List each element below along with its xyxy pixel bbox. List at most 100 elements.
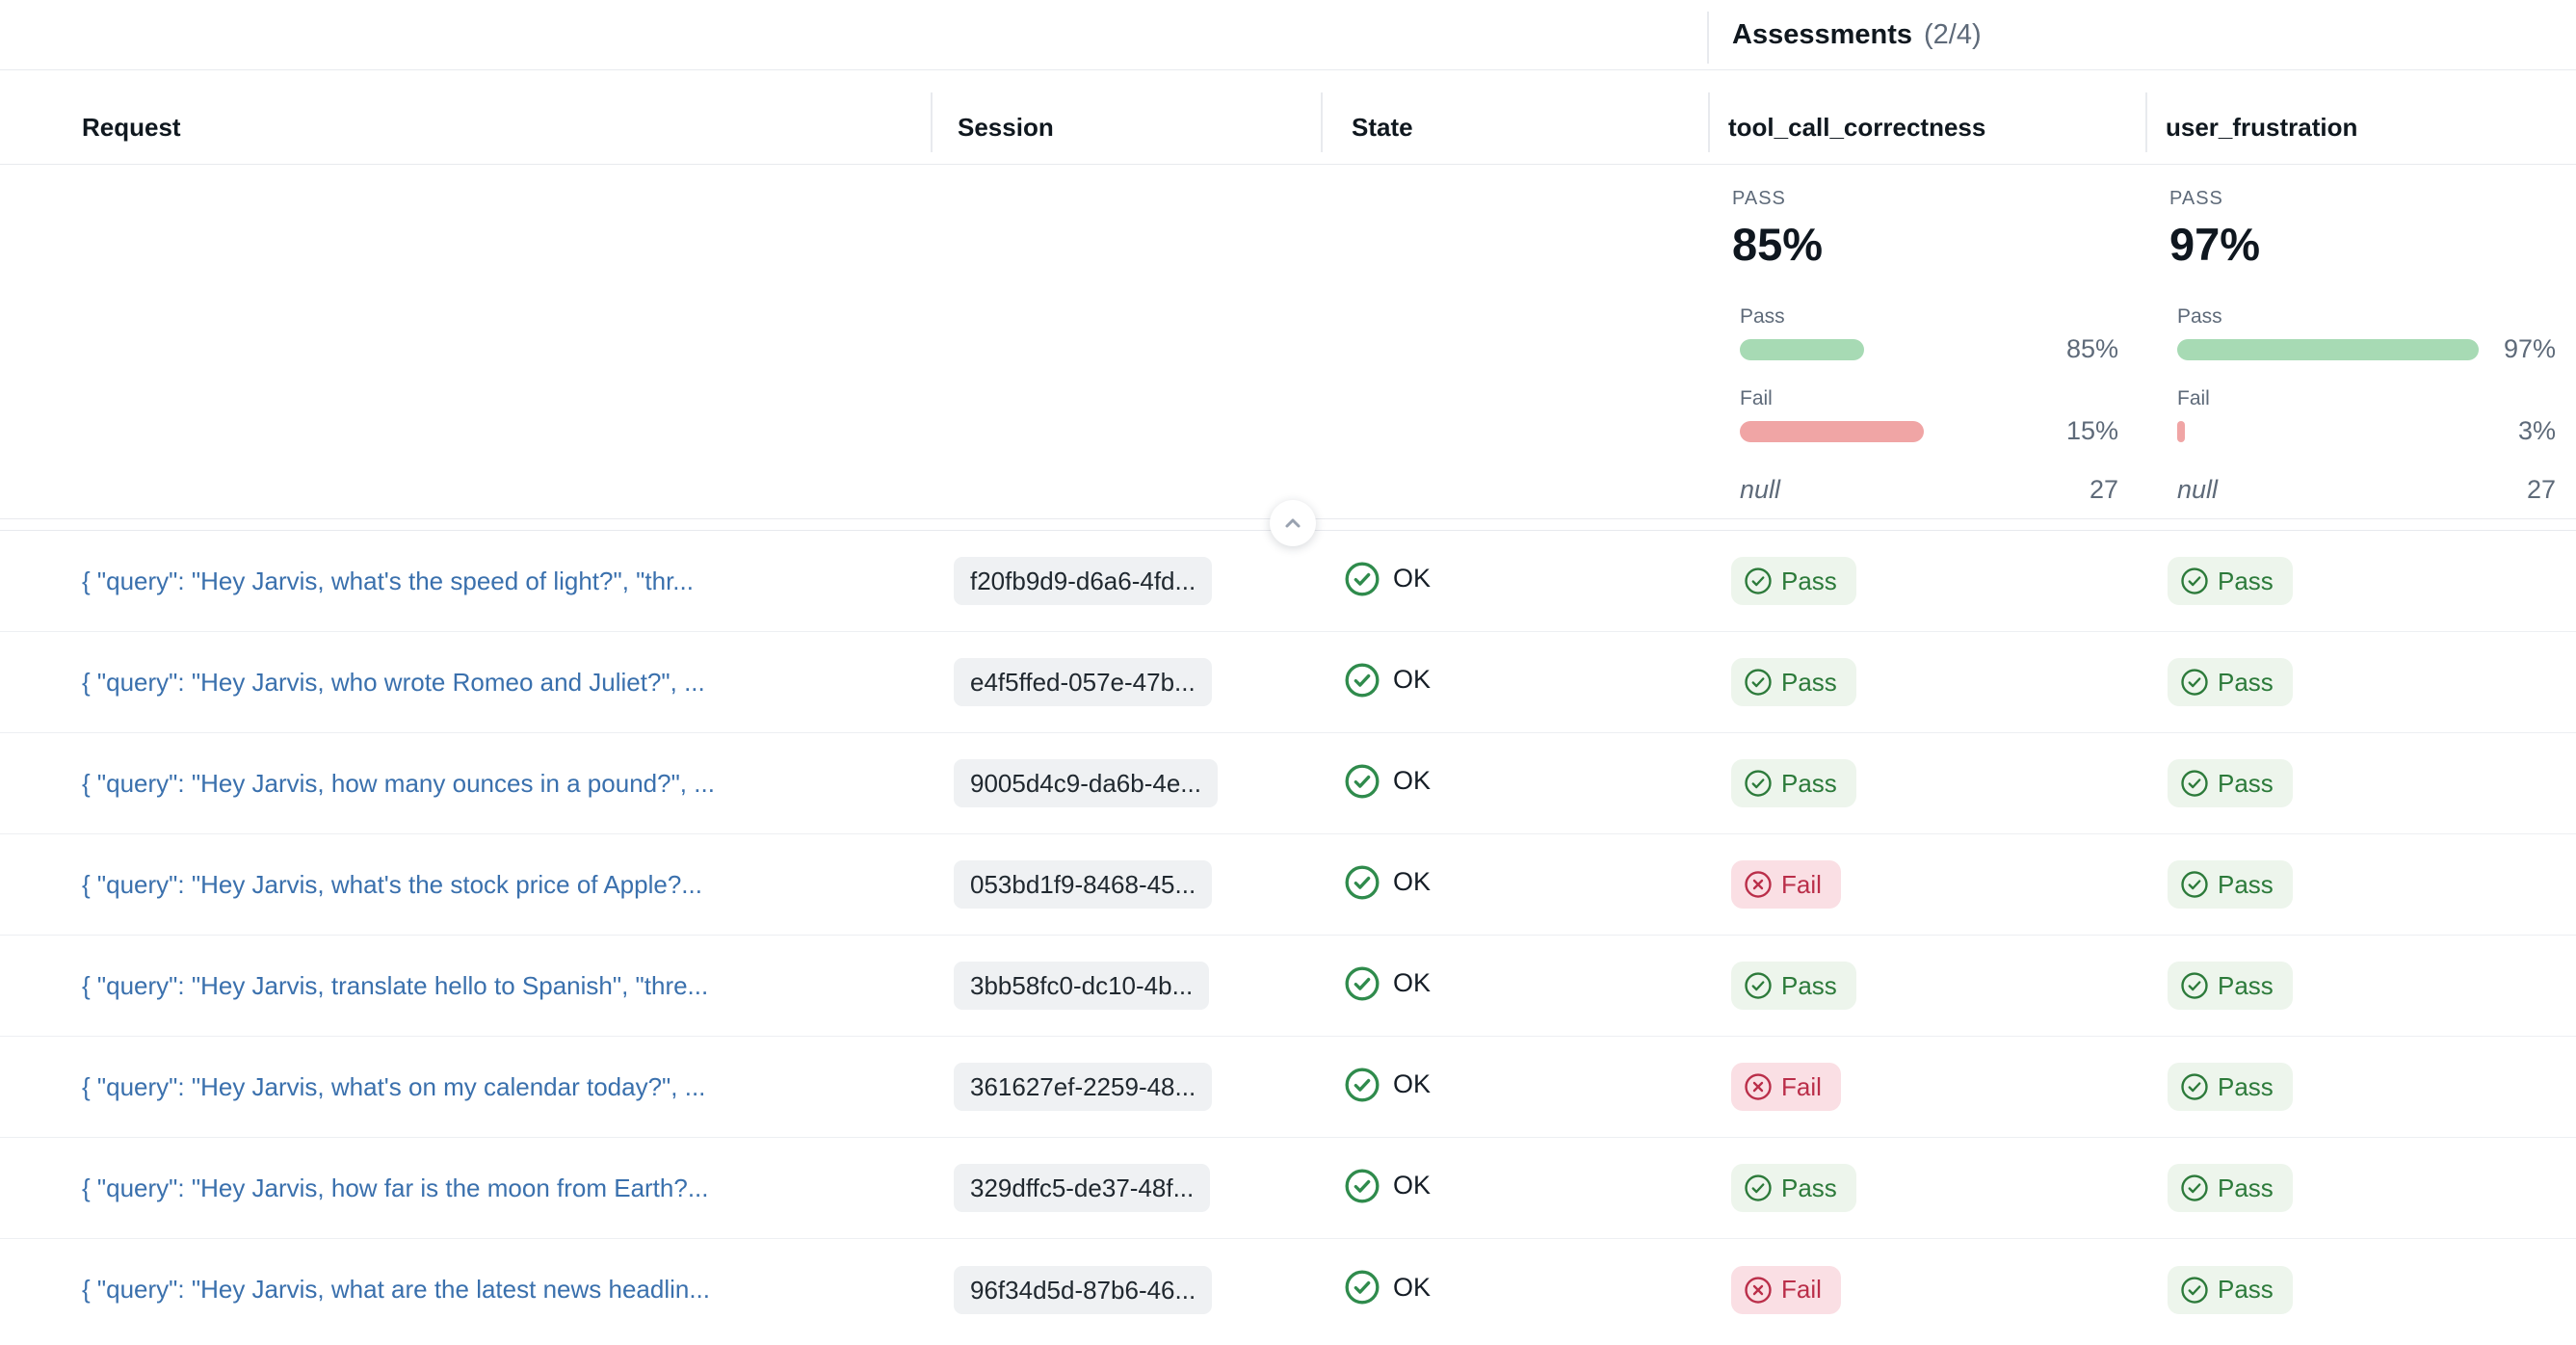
- fail-bar: [1740, 421, 1924, 442]
- collapse-summary-button[interactable]: [1270, 500, 1316, 546]
- assessment-badge-label: Fail: [1781, 1275, 1822, 1305]
- request-link[interactable]: { "query": "Hey Jarvis, what's on my cal…: [82, 1072, 705, 1101]
- column-header-user-frustration[interactable]: user_frustration: [2145, 70, 2576, 164]
- request-cell: { "query": "Hey Jarvis, how many ounces …: [0, 769, 931, 799]
- request-link[interactable]: { "query": "Hey Jarvis, how far is the m…: [82, 1174, 709, 1202]
- assessment-badge[interactable]: Pass: [1731, 759, 1856, 807]
- table-row[interactable]: { "query": "Hey Jarvis, what's the speed…: [0, 531, 2576, 632]
- null-metric-value: 27: [2527, 475, 2556, 505]
- session-id-pill[interactable]: 361627ef-2259-48...: [954, 1063, 1212, 1111]
- state-cell: OK: [1321, 965, 1708, 1007]
- request-cell: { "query": "Hey Jarvis, what are the lat…: [0, 1275, 931, 1305]
- assessment-badge[interactable]: Pass: [2168, 1063, 2293, 1111]
- state-cell: OK: [1321, 662, 1708, 703]
- session-id-pill[interactable]: f20fb9d9-d6a6-4fd...: [954, 557, 1212, 605]
- session-cell: 9005d4c9-da6b-4e...: [931, 759, 1321, 807]
- session-id-pill[interactable]: 96f34d5d-87b6-46...: [954, 1266, 1212, 1314]
- assessment-badge[interactable]: Pass: [2168, 557, 2293, 605]
- assessment-badge[interactable]: Pass: [2168, 759, 2293, 807]
- assessment-badge[interactable]: Pass: [1731, 557, 1856, 605]
- fail-metric-value: 3%: [2488, 416, 2556, 446]
- assessment-badge[interactable]: Pass: [2168, 658, 2293, 706]
- tool-call-correctness-cell: Fail: [1708, 860, 2145, 909]
- request-link[interactable]: { "query": "Hey Jarvis, who wrote Romeo …: [82, 668, 705, 697]
- null-metric: null 27: [2177, 475, 2556, 505]
- request-link[interactable]: { "query": "Hey Jarvis, what's the stock…: [82, 870, 702, 899]
- check-circle-icon: [1744, 1174, 1773, 1202]
- table-row[interactable]: { "query": "Hey Jarvis, who wrote Romeo …: [0, 632, 2576, 733]
- assessment-badge-label: Pass: [1781, 769, 1837, 799]
- summary-user-frustration: PASS 97% Pass 97% Fail 3%: [2145, 165, 2576, 518]
- user-frustration-cell: Pass: [2145, 1063, 2576, 1111]
- assessment-badge-label: Pass: [2218, 567, 2274, 596]
- state-label: OK: [1393, 1069, 1431, 1099]
- session-id-pill[interactable]: 9005d4c9-da6b-4e...: [954, 759, 1218, 807]
- session-cell: 053bd1f9-8468-45...: [931, 860, 1321, 909]
- state-label: OK: [1393, 564, 1431, 593]
- assessment-badge[interactable]: Pass: [2168, 962, 2293, 1010]
- request-link[interactable]: { "query": "Hey Jarvis, what's the speed…: [82, 567, 694, 595]
- column-header-tool-call-correctness[interactable]: tool_call_correctness: [1708, 70, 2145, 164]
- summary-top-value: 85%: [1732, 218, 2118, 271]
- table-row[interactable]: { "query": "Hey Jarvis, what's the stock…: [0, 834, 2576, 936]
- fail-metric-label: Fail: [1740, 387, 2118, 410]
- column-header-request[interactable]: Request: [0, 70, 931, 164]
- column-header-session[interactable]: Session: [931, 70, 1321, 164]
- request-link[interactable]: { "query": "Hey Jarvis, what are the lat…: [82, 1275, 710, 1304]
- check-circle-icon: [2180, 1174, 2209, 1202]
- assessment-badge[interactable]: Fail: [1731, 860, 1841, 909]
- session-id-pill[interactable]: 053bd1f9-8468-45...: [954, 860, 1212, 909]
- session-id-pill[interactable]: e4f5ffed-057e-47b...: [954, 658, 1212, 706]
- assessment-badge[interactable]: Pass: [1731, 658, 1856, 706]
- fail-metric-label: Fail: [2177, 387, 2556, 410]
- assessment-badge-label: Pass: [2218, 1072, 2274, 1102]
- assessment-badge-label: Pass: [2218, 971, 2274, 1001]
- assessment-badge[interactable]: Fail: [1731, 1266, 1841, 1314]
- session-id-pill[interactable]: 329dffc5-de37-48f...: [954, 1164, 1210, 1212]
- state-label: OK: [1393, 665, 1431, 695]
- assessment-badge[interactable]: Pass: [2168, 1266, 2293, 1314]
- null-metric-label: null: [2177, 475, 2218, 505]
- state-cell: OK: [1321, 1067, 1708, 1108]
- session-id-pill[interactable]: 3bb58fc0-dc10-4b...: [954, 962, 1209, 1010]
- state-cell: OK: [1321, 763, 1708, 804]
- assessments-title: Assessments (2/4): [1732, 0, 1982, 69]
- user-frustration-cell: Pass: [2145, 962, 2576, 1010]
- tool-call-correctness-cell: Pass: [1708, 658, 2145, 706]
- request-link[interactable]: { "query": "Hey Jarvis, how many ounces …: [82, 769, 715, 798]
- check-circle-icon: [1744, 668, 1773, 697]
- assessment-badge-label: Pass: [1781, 1174, 1837, 1203]
- check-circle-icon: [1744, 769, 1773, 798]
- state-cell: OK: [1321, 864, 1708, 906]
- null-metric-label: null: [1740, 475, 1780, 505]
- table-row[interactable]: { "query": "Hey Jarvis, how far is the m…: [0, 1138, 2576, 1239]
- assessment-badge[interactable]: Fail: [1731, 1063, 1841, 1111]
- table-row[interactable]: { "query": "Hey Jarvis, what are the lat…: [0, 1239, 2576, 1340]
- request-cell: { "query": "Hey Jarvis, what's the speed…: [0, 567, 931, 596]
- evaluations-table-page: Assessments (2/4) Request Session State …: [0, 0, 2576, 1345]
- chevron-up-icon: [1281, 512, 1304, 535]
- group-divider: [1707, 12, 1709, 64]
- assessment-badge-label: Pass: [2218, 870, 2274, 900]
- assessment-badge[interactable]: Pass: [2168, 860, 2293, 909]
- pass-metric: Pass 85%: [1740, 305, 2118, 364]
- state-label: OK: [1393, 1171, 1431, 1200]
- check-circle-icon: [2180, 567, 2209, 595]
- request-cell: { "query": "Hey Jarvis, what's on my cal…: [0, 1072, 931, 1102]
- table-row[interactable]: { "query": "Hey Jarvis, translate hello …: [0, 936, 2576, 1037]
- session-cell: 361627ef-2259-48...: [931, 1063, 1321, 1111]
- ok-check-circle-icon: [1344, 763, 1380, 800]
- assessment-badge[interactable]: Pass: [1731, 962, 1856, 1010]
- assessment-badge[interactable]: Pass: [2168, 1164, 2293, 1212]
- pass-metric-label: Pass: [2177, 305, 2556, 329]
- assessments-summary-row: PASS 85% Pass 85% Fail 15%: [0, 165, 2576, 519]
- table-row[interactable]: { "query": "Hey Jarvis, how many ounces …: [0, 733, 2576, 834]
- fail-metric-value: 15%: [2051, 416, 2118, 446]
- column-header-state[interactable]: State: [1321, 70, 1708, 164]
- pass-metric-label: Pass: [1740, 305, 2118, 329]
- fail-bar: [2177, 421, 2185, 442]
- assessment-badge[interactable]: Pass: [1731, 1164, 1856, 1212]
- request-link[interactable]: { "query": "Hey Jarvis, translate hello …: [82, 971, 708, 1000]
- summary-tool-call-correctness: PASS 85% Pass 85% Fail 15%: [1708, 165, 2145, 518]
- table-row[interactable]: { "query": "Hey Jarvis, what's on my cal…: [0, 1037, 2576, 1138]
